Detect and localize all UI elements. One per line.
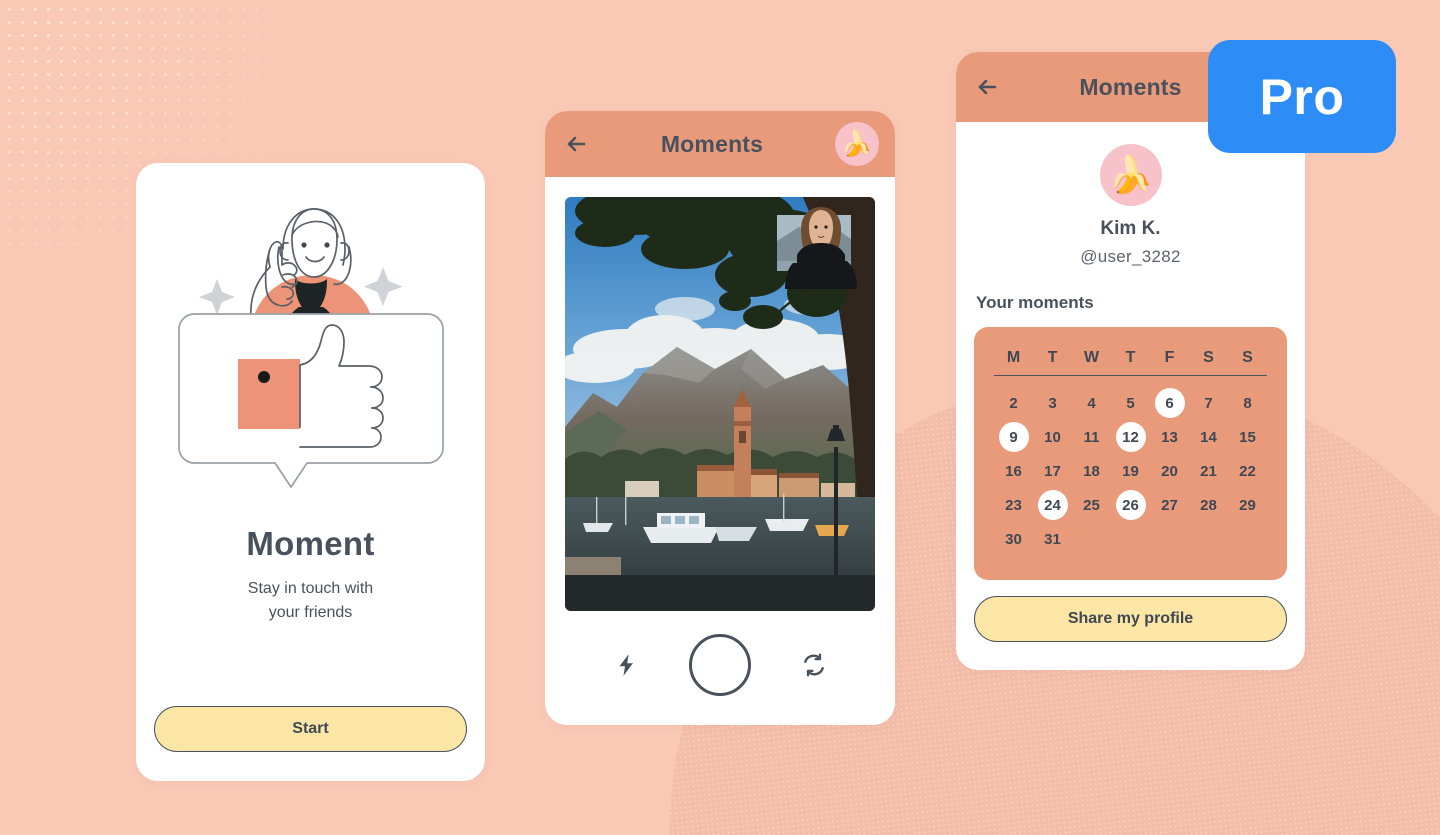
calendar-day-number: 5: [1126, 394, 1135, 412]
calendar-day[interactable]: 29: [1228, 490, 1267, 520]
calendar-weekday: M: [1006, 349, 1021, 366]
calendar-day-number: 16: [1005, 462, 1022, 480]
avatar[interactable]: 🍌: [1099, 144, 1162, 206]
calendar-weekday: S: [1203, 349, 1214, 366]
calendar-weekday: T: [1047, 349, 1058, 366]
calendar-day-number: 17: [1044, 462, 1061, 480]
calendar-day[interactable]: 30: [994, 524, 1033, 554]
start-button-label: Start: [292, 720, 329, 737]
calendar-day-number: 9: [998, 422, 1029, 452]
calendar-day[interactable]: 21: [1189, 456, 1228, 486]
calendar-day[interactable]: 31: [1033, 524, 1072, 554]
calendar-day-number: 25: [1083, 496, 1100, 514]
calendar-day-number: 14: [1200, 428, 1217, 446]
calendar-day-number: 28: [1200, 496, 1217, 514]
calendar-day-number: 23: [1005, 496, 1022, 514]
calendar-day-number: 6: [1154, 388, 1185, 418]
calendar-weekday: S: [1242, 349, 1253, 366]
calendar-day-grid: 2 3 4 5 6 7 8 9 10 11 12 13 14 15 16 17 18 19 20 21 22 23 24 25…: [994, 388, 1267, 554]
tagline-line-2: your friends: [268, 604, 353, 621]
calendar-day-number: 12: [1115, 422, 1146, 452]
calendar-weekday: T: [1125, 349, 1136, 366]
calendar-day-number: 29: [1239, 496, 1256, 514]
calendar-day[interactable]: 25: [1072, 490, 1111, 520]
calendar-day[interactable]: 13: [1150, 422, 1189, 452]
calendar-day[interactable]: 5: [1111, 388, 1150, 418]
calendar-day-number: 31: [1044, 530, 1061, 548]
share-profile-label: Share my profile: [1067, 610, 1194, 627]
calendar-day[interactable]: 2: [994, 388, 1033, 418]
calendar-day-marked[interactable]: 6: [1150, 388, 1189, 418]
calendar-day[interactable]: 11: [1072, 422, 1111, 452]
share-profile-button[interactable]: Share my profile: [974, 596, 1287, 642]
calendar-weekday-header: MTWTFSS: [994, 349, 1267, 376]
calendar-day-number: 13: [1161, 428, 1178, 446]
calendar-day[interactable]: 27: [1150, 490, 1189, 520]
back-arrow-icon[interactable]: [974, 74, 1000, 100]
calendar-day[interactable]: 22: [1228, 456, 1267, 486]
calendar-day-number: 24: [1037, 490, 1068, 520]
pro-badge[interactable]: Pro: [1208, 40, 1396, 153]
camera-title: Moments: [660, 130, 764, 157]
calendar-weekday: W: [1083, 349, 1100, 366]
calendar-day[interactable]: 20: [1150, 456, 1189, 486]
calendar-day[interactable]: 18: [1072, 456, 1111, 486]
profile-name: Kim K.: [1100, 218, 1161, 239]
calendar-day-number: 11: [1083, 428, 1100, 446]
calendar-day-number: 18: [1083, 462, 1100, 480]
calendar-day[interactable]: 15: [1228, 422, 1267, 452]
avatar[interactable]: 🍌: [835, 122, 879, 166]
camera-screen: Moments 🍌: [545, 111, 895, 725]
calendar-day-number: 10: [1044, 428, 1061, 446]
calendar-day[interactable]: 16: [994, 456, 1033, 486]
thumbs-up-woman-illustration: [177, 208, 444, 488]
flip-camera-icon[interactable]: [797, 648, 831, 682]
banana-icon: 🍌: [841, 129, 873, 158]
calendar-day-number: 21: [1200, 462, 1217, 480]
calendar-day-number: 27: [1161, 496, 1178, 514]
calendar-day-number: 20: [1161, 462, 1178, 480]
calendar-day[interactable]: 7: [1189, 388, 1228, 418]
calendar-day-marked[interactable]: 24: [1033, 490, 1072, 520]
your-moments-label: Your moments: [976, 293, 1094, 312]
calendar-day-number: 2: [1009, 394, 1018, 412]
calendar-day[interactable]: 19: [1111, 456, 1150, 486]
calendar-day-marked[interactable]: 26: [1111, 490, 1150, 520]
calendar-day-marked[interactable]: 9: [994, 422, 1033, 452]
calendar-day[interactable]: 3: [1033, 388, 1072, 418]
tagline-line-1: Stay in touch with: [247, 580, 374, 597]
back-arrow-icon[interactable]: [563, 131, 589, 157]
page-title: Moment: [246, 525, 375, 562]
profile-handle: @user_3282: [1080, 247, 1181, 266]
app-tagline: Stay in touch with your friends: [248, 577, 373, 625]
camera-controls: [545, 611, 895, 725]
calendar-day[interactable]: 10: [1033, 422, 1072, 452]
calendar-day-number: 4: [1087, 394, 1096, 412]
calendar-day[interactable]: 4: [1072, 388, 1111, 418]
calendar-day[interactable]: 23: [994, 490, 1033, 520]
flash-icon[interactable]: [609, 648, 643, 682]
banana-icon: 🍌: [1108, 154, 1153, 195]
calendar-day-number: 22: [1239, 462, 1256, 480]
calendar-day-number: 19: [1122, 462, 1139, 480]
start-button[interactable]: Start: [154, 706, 467, 752]
calendar-day[interactable]: 14: [1189, 422, 1228, 452]
moments-calendar: MTWTFSS 2 3 4 5 6 7 8 9 10 11 12 13 14 15 16 17 18 19 20 21…: [974, 327, 1287, 580]
calendar-weekday: F: [1164, 349, 1175, 366]
calendar-day-number: 8: [1243, 394, 1252, 412]
calendar-day-number: 3: [1048, 394, 1057, 412]
onboarding-screen: Moment Stay in touch with your friends S…: [136, 163, 485, 781]
calendar-day[interactable]: 8: [1228, 388, 1267, 418]
calendar-day[interactable]: 28: [1189, 490, 1228, 520]
calendar-day-marked[interactable]: 12: [1111, 422, 1150, 452]
shutter-button[interactable]: [689, 634, 751, 696]
pro-badge-label: Pro: [1259, 68, 1345, 125]
camera-photo[interactable]: [565, 197, 875, 611]
calendar-day[interactable]: 17: [1033, 456, 1072, 486]
camera-header: Moments 🍌: [545, 111, 895, 177]
calendar-day-number: 7: [1204, 394, 1213, 412]
calendar-day-number: 15: [1239, 428, 1256, 446]
calendar-day-number: 26: [1115, 490, 1146, 520]
calendar-day-number: 30: [1005, 530, 1022, 548]
